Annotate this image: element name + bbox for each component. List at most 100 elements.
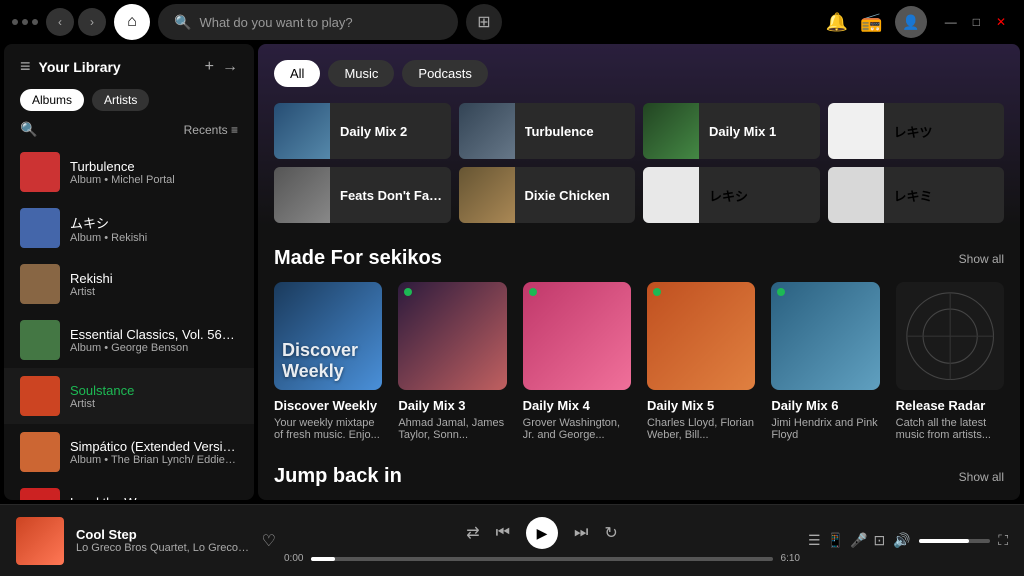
maximize-button[interactable]: □ [967,13,986,31]
prev-button[interactable]: ⏮ [496,524,510,542]
lib-thumb [20,376,60,416]
forward-button[interactable]: › [78,8,106,36]
quick-picks-grid: Daily Mix 2 Turbulence Daily Mix 1 レキツ F… [274,103,1004,223]
card-sub: Catch all the latest music from artists.… [896,417,1004,441]
quick-thumb [828,167,884,223]
sidebar-items: Turbulence Album • Michel Portal ムキシ Alb… [4,144,254,500]
nav-arrows: ‹ › [46,8,106,36]
player-like-icon[interactable]: ♡ [262,531,276,551]
eq-icon[interactable]: 📻 [860,12,882,33]
library-item[interactable]: Lead the Way Album • Soulstance [4,480,254,500]
made-for-card[interactable]: Daily Mix 6 Jimi Hendrix and Pink Floyd [771,282,879,441]
sidebar-title: Your Library [39,59,197,75]
browse-button[interactable]: ⊞ [466,4,502,40]
made-for-card[interactable]: Daily Mix 3 Ahmad Jamal, James Taylor, S… [398,282,506,441]
lib-sub: Album • Michel Portal [70,174,175,186]
filter-music[interactable]: Music [328,60,394,87]
player-artist: Lo Greco Bros Quartet, Lo Greco Bros, So… [76,542,250,554]
search-input[interactable] [199,15,442,30]
quick-pick-item[interactable]: レキツ [828,103,1005,159]
sidebar-search-icon[interactable]: 🔍 [20,121,37,138]
made-for-cards: DiscoverWeekly Discover Weekly Your week… [274,282,1004,441]
lib-info: Simpático (Extended Version) Album • The… [70,439,238,466]
quick-label: レキミ [894,186,941,205]
quick-label: Feats Don't Fail Me Now [340,188,451,203]
tab-albums[interactable]: Albums [20,89,84,111]
shuffle-button[interactable]: ⇄ [466,523,479,543]
expand-library-button[interactable]: → [222,58,238,76]
volume-bar[interactable] [919,539,991,543]
card-thumbnail [771,282,879,390]
library-icon: ≡ [20,56,31,77]
current-time: 0:00 [284,553,303,564]
made-for-card[interactable]: Daily Mix 4 Grover Washington, Jr. and G… [523,282,631,441]
lib-name: Rekishi [70,271,113,286]
dot-3 [32,19,38,25]
quick-pick-item[interactable]: Daily Mix 2 [274,103,451,159]
repeat-button[interactable]: ↻ [604,523,617,543]
fullscreen-icon[interactable]: ⛶ [998,532,1008,549]
devices-icon[interactable]: 📱 [827,532,844,549]
sidebar-recents[interactable]: Recents ≡ [184,123,238,137]
made-for-show-all[interactable]: Show all [959,252,1004,266]
avatar[interactable]: 👤 [895,6,927,38]
card-name: Daily Mix 3 [398,398,506,413]
minimize-button[interactable]: — [939,13,963,31]
spotify-dot [653,288,661,296]
next-button[interactable]: ⏭ [574,524,588,542]
player: Cool Step Lo Greco Bros Quartet, Lo Grec… [0,504,1024,576]
content-area: All Music Podcasts Daily Mix 2 Turbulenc… [258,44,1020,500]
queue-icon[interactable]: ☰ [808,532,821,549]
lib-info: Lead the Way Album • Soulstance [70,495,166,501]
quick-pick-item[interactable]: Turbulence [459,103,636,159]
home-button[interactable]: ⌂ [114,4,150,40]
lib-thumb [20,488,60,500]
lib-info: Essential Classics, Vol. 563: George B..… [70,327,238,354]
bell-icon[interactable]: 🔔 [826,12,848,33]
quick-thumb [459,167,515,223]
playlist-icon[interactable]: ⊡ [873,532,885,549]
jump-back-show-all[interactable]: Show all [959,470,1004,484]
quick-pick-item[interactable]: レキシ [643,167,820,223]
volume-icon: 🔊 [893,532,910,549]
lib-thumb [20,264,60,304]
quick-pick-item[interactable]: Dixie Chicken [459,167,636,223]
card-overlay-text: DiscoverWeekly [282,340,358,382]
made-for-card[interactable]: Release Radar Catch all the latest music… [896,282,1004,441]
lib-info: Rekishi Artist [70,271,113,298]
library-item[interactable]: Essential Classics, Vol. 563: George B..… [4,312,254,368]
lib-thumb [20,208,60,248]
play-pause-button[interactable]: ▶ [526,517,558,549]
quick-pick-item[interactable]: レキミ [828,167,1005,223]
lyrics-icon[interactable]: 🎤 [850,532,867,549]
close-button[interactable]: ✕ [990,13,1012,31]
quick-pick-item[interactable]: Daily Mix 1 [643,103,820,159]
sidebar-header: ≡ Your Library + → [4,44,254,85]
progress-fill [311,557,334,561]
card-name: Daily Mix 5 [647,398,755,413]
search-icon: 🔍 [174,14,191,31]
lib-info: Turbulence Album • Michel Portal [70,159,175,186]
made-for-card[interactable]: Daily Mix 5 Charles Lloyd, Florian Weber… [647,282,755,441]
library-item[interactable]: Rekishi Artist [4,256,254,312]
quick-pick-item[interactable]: Feats Don't Fail Me Now [274,167,451,223]
library-item[interactable]: Turbulence Album • Michel Portal [4,144,254,200]
volume-fill [919,539,969,543]
tab-artists[interactable]: Artists [92,89,149,111]
library-item[interactable]: Soulstance Artist [4,368,254,424]
back-button[interactable]: ‹ [46,8,74,36]
progress-bar[interactable] [311,557,772,561]
filter-podcasts[interactable]: Podcasts [402,60,487,87]
lib-name: ムキシ [70,213,147,232]
library-item[interactable]: ムキシ Album • Rekishi [4,200,254,256]
filter-all[interactable]: All [274,60,320,87]
dot-1 [12,19,18,25]
made-for-card[interactable]: DiscoverWeekly Discover Weekly Your week… [274,282,382,441]
radar-img [896,282,1004,390]
quick-thumb [643,103,699,159]
card-thumbnail [896,282,1004,390]
jump-back-title: Jump back in [274,465,402,488]
player-info: Cool Step Lo Greco Bros Quartet, Lo Grec… [76,527,250,554]
add-library-button[interactable]: + [205,58,214,76]
library-item[interactable]: Simpático (Extended Version) Album • The… [4,424,254,480]
